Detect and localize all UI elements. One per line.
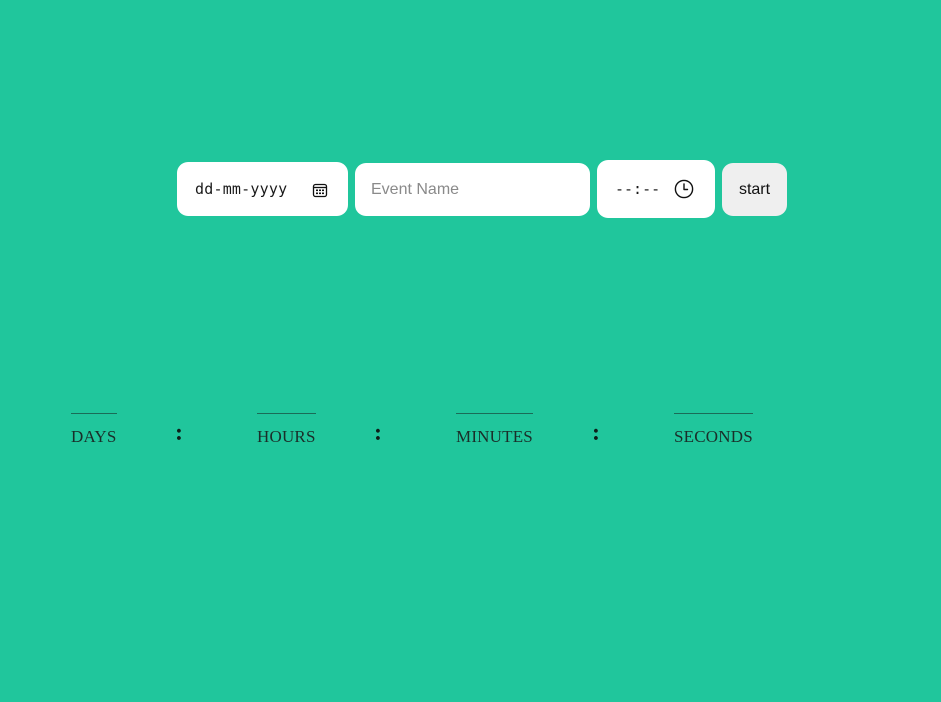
separator-1: : [175, 420, 183, 446]
time-placeholder: --:-- [615, 180, 661, 198]
event-form: dd-mm-yyyy --:-- start [177, 160, 797, 218]
event-name-input[interactable] [355, 163, 590, 216]
event-name-field[interactable] [355, 163, 590, 216]
hours-label: HOURS [257, 427, 316, 446]
date-input[interactable]: dd-mm-yyyy [177, 162, 348, 216]
time-input[interactable]: --:-- [597, 160, 715, 218]
hours-counter: HOURS [257, 413, 316, 447]
separator-2: : [374, 420, 382, 446]
calendar-icon[interactable] [312, 182, 328, 198]
seconds-counter: SECONDS [674, 413, 753, 447]
minutes-value [456, 413, 533, 414]
clock-icon[interactable] [674, 179, 694, 199]
hours-value [257, 413, 316, 414]
date-placeholder: dd-mm-yyyy [195, 180, 288, 198]
minutes-counter: MINUTES [456, 413, 533, 447]
seconds-label: SECONDS [674, 427, 753, 446]
start-button[interactable]: start [722, 163, 787, 216]
days-value [71, 413, 117, 414]
days-counter: DAYS [71, 413, 117, 447]
days-label: DAYS [71, 427, 117, 446]
seconds-value [674, 413, 753, 414]
separator-3: : [592, 420, 600, 446]
minutes-label: MINUTES [456, 427, 533, 446]
